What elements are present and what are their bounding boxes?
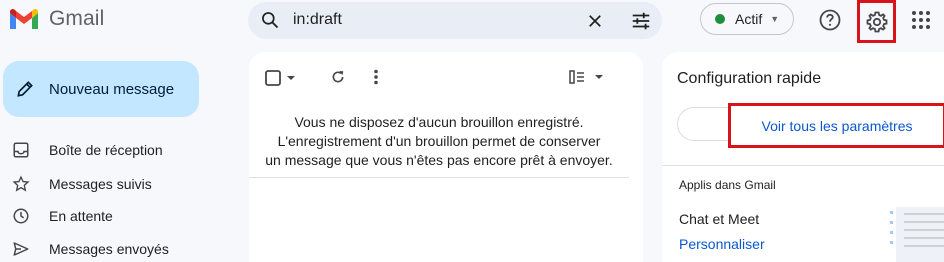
clear-search-icon[interactable] bbox=[585, 11, 605, 31]
chat-meet-label: Chat et Meet bbox=[679, 211, 760, 227]
sidebar-item-starred[interactable]: Messages suivis bbox=[0, 169, 240, 199]
apps-button[interactable] bbox=[908, 7, 934, 33]
draft-list-panel: Vous ne disposez d'aucun brouillon enreg… bbox=[249, 52, 643, 262]
sidebar-item-label: En attente bbox=[49, 208, 113, 224]
compose-label: Nouveau message bbox=[49, 80, 175, 98]
send-icon bbox=[11, 240, 31, 258]
help-button[interactable] bbox=[817, 7, 843, 33]
status-label: Actif bbox=[735, 11, 763, 27]
inbox-icon bbox=[11, 141, 31, 159]
compose-button[interactable]: Nouveau message bbox=[3, 61, 199, 117]
sidebar-item-label: Boîte de réception bbox=[49, 142, 163, 158]
quick-settings-title: Configuration rapide bbox=[677, 70, 822, 87]
quick-settings-panel: Configuration rapide Voir tous les param… bbox=[662, 52, 944, 262]
empty-message-line: L'enregistrement d'un brouillon permet d… bbox=[277, 133, 601, 149]
search-icon[interactable] bbox=[260, 10, 280, 30]
sidebar-item-label: Messages envoyés bbox=[49, 241, 169, 257]
pencil-icon bbox=[15, 79, 35, 99]
app-name: Gmail bbox=[49, 7, 105, 30]
settings-button[interactable] bbox=[857, 0, 896, 43]
divider bbox=[249, 177, 629, 178]
density-toggle-icon[interactable] bbox=[569, 67, 607, 87]
refresh-icon[interactable] bbox=[328, 67, 348, 87]
apps-section-label: Applis dans Gmail bbox=[679, 178, 776, 192]
more-options-icon[interactable] bbox=[369, 67, 383, 87]
empty-drafts-message: Vous ne disposez d'aucun brouillon enreg… bbox=[249, 113, 629, 170]
sidebar-item-label: Messages suivis bbox=[49, 176, 152, 192]
star-icon bbox=[11, 175, 31, 193]
empty-message-line: Vous ne disposez d'aucun brouillon enreg… bbox=[294, 114, 584, 130]
select-all-checkbox[interactable] bbox=[265, 68, 299, 88]
sidebar-item-snoozed[interactable]: En attente bbox=[0, 201, 240, 231]
gmail-logo[interactable]: Gmail bbox=[8, 6, 104, 32]
sidebar-item-inbox[interactable]: Boîte de réception bbox=[0, 135, 240, 165]
gmail-m-icon bbox=[10, 8, 38, 29]
settings-gear-icon bbox=[866, 11, 887, 32]
help-icon bbox=[819, 9, 841, 31]
status-dot bbox=[715, 14, 725, 24]
see-all-settings-button[interactable]: Voir tous les paramètres bbox=[728, 103, 944, 148]
status-chip[interactable]: Actif ▼ bbox=[700, 3, 794, 35]
clock-icon bbox=[11, 207, 31, 225]
divider bbox=[662, 165, 944, 166]
empty-message-line: un message que vous n'êtes pas encore pr… bbox=[265, 152, 613, 168]
layout-preview-thumbnail bbox=[884, 207, 944, 262]
search-options-icon[interactable] bbox=[630, 10, 652, 32]
chevron-down-icon: ▼ bbox=[770, 14, 780, 24]
apps-grid-icon bbox=[912, 11, 930, 29]
search-bar[interactable]: in:draft bbox=[248, 2, 662, 39]
search-input[interactable]: in:draft bbox=[293, 11, 342, 29]
customize-link[interactable]: Personnaliser bbox=[679, 236, 765, 252]
sidebar-item-sent[interactable]: Messages envoyés bbox=[0, 234, 240, 262]
